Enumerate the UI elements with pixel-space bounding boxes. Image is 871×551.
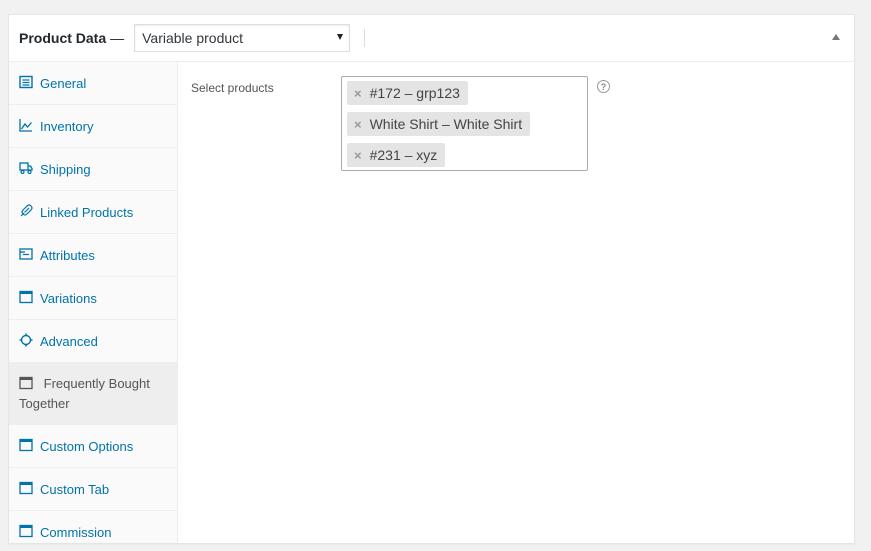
chip-label: #172 – grp123: [369, 85, 460, 101]
select-products-label: Select products: [191, 81, 274, 95]
tab-inventory[interactable]: Inventory: [9, 105, 177, 148]
tab-label: General: [40, 76, 87, 91]
tab-general[interactable]: General: [9, 62, 177, 105]
tab-label: Linked Products: [40, 205, 134, 220]
tab-label: Attributes: [40, 248, 95, 263]
tab-commission[interactable]: Commission: [9, 511, 177, 551]
panel-wrap: General Inventory Shipping Linked Produc…: [9, 62, 854, 543]
help-tip-icon[interactable]: ?: [597, 80, 610, 93]
window-icon: [19, 376, 33, 390]
select-caret-icon: [337, 34, 344, 40]
tab-shipping[interactable]: Shipping: [9, 148, 177, 191]
tab-label: Frequently Bought Together: [19, 376, 150, 411]
tab-custom-tab[interactable]: Custom Tab: [9, 468, 177, 511]
tab-label: Shipping: [40, 162, 91, 177]
remove-product-button[interactable]: ×: [354, 117, 362, 132]
chip-label: White Shirt – White Shirt: [369, 116, 523, 132]
selected-product-chip: × #231 – xyz: [347, 143, 446, 167]
tab-custom-options[interactable]: Custom Options: [9, 425, 177, 468]
select-products-input[interactable]: × #172 – grp123 × White Shirt – White Sh…: [341, 76, 588, 171]
tab-advanced[interactable]: Advanced: [9, 320, 177, 363]
selected-product-chip: × White Shirt – White Shirt: [347, 112, 531, 136]
tab-linked-products[interactable]: Linked Products: [9, 191, 177, 234]
selected-product-chip: × #172 – grp123: [347, 81, 468, 105]
tab-label: Custom Tab: [40, 482, 110, 497]
header-divider: [364, 29, 366, 47]
tab-attributes[interactable]: Attributes: [9, 234, 177, 277]
product-data-header: Product Data — Variable product: [9, 15, 854, 62]
collapse-toggle-icon[interactable]: [832, 34, 840, 40]
tab-label: Variations: [40, 291, 97, 306]
title-dash: —: [110, 30, 125, 46]
truck-icon: [19, 161, 33, 175]
tab-label: Custom Options: [40, 439, 134, 454]
product-data-title: Product Data: [19, 30, 107, 46]
chip-label: #231 – xyz: [369, 147, 438, 163]
product-type-select[interactable]: Variable product: [134, 24, 351, 52]
tab-frequently-bought-together[interactable]: Frequently Bought Together: [9, 363, 177, 425]
window-icon: [19, 438, 33, 452]
product-data-box: Product Data — Variable product General …: [8, 14, 855, 544]
tab-variations[interactable]: Variations: [9, 277, 177, 320]
window-icon: [19, 290, 33, 304]
gear-icon: [19, 333, 33, 347]
tab-label: Commission: [40, 525, 112, 540]
window-icon: [19, 481, 33, 495]
remove-product-button[interactable]: ×: [354, 148, 362, 163]
inventory-icon: [19, 118, 33, 132]
window-icon: [19, 524, 33, 538]
product-type-value: Variable product: [142, 30, 244, 46]
general-icon: [19, 75, 33, 89]
link-icon: [19, 204, 33, 218]
tab-panel-frequently-bought-together: Select products × #172 – grp123 × White …: [179, 62, 854, 543]
remove-product-button[interactable]: ×: [354, 86, 362, 101]
attributes-icon: [19, 247, 33, 261]
tab-label: Inventory: [40, 119, 94, 134]
tab-label: Advanced: [40, 334, 98, 349]
product-data-tabs: General Inventory Shipping Linked Produc…: [9, 62, 178, 543]
